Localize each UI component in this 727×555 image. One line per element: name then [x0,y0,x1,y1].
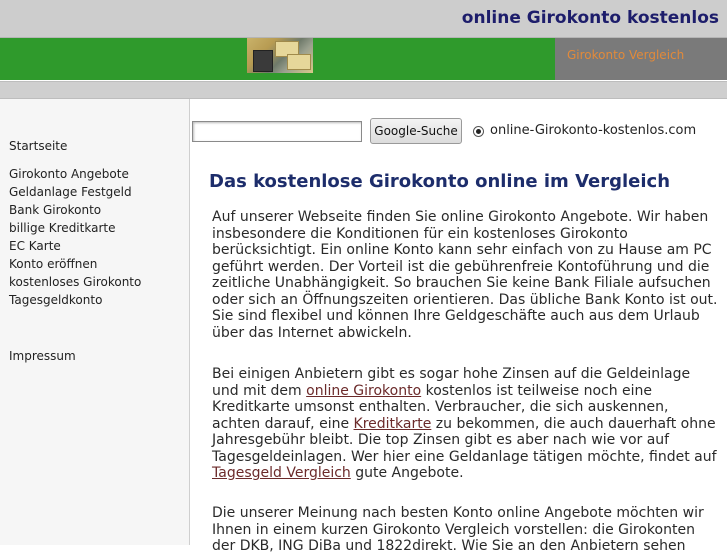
sidebar-item-ec-karte[interactable]: EC Karte [9,239,61,253]
sidebar-item-startseite[interactable]: Startseite [9,139,67,153]
site-search-radio-label: online-Girokonto-kostenlos.com [490,123,697,138]
search-input[interactable] [192,121,362,142]
paragraph-text: gute Angebote. [350,465,464,481]
calculator-shape [253,50,273,72]
sidebar-item-konto-eroeffnen[interactable]: Konto eröffnen [9,257,97,271]
sidebar-item-bank-girokonto[interactable]: Bank Girokonto [9,203,101,217]
google-search-button[interactable]: Google-Suche [370,118,462,144]
banknote-shape [287,54,311,70]
interest-paragraph: Bei einigen Anbietern gibt es sogar hohe… [212,366,720,482]
money-banner-image [247,38,313,73]
page-title: Das kostenlose Girokonto online im Vergl… [209,171,671,192]
sidebar-item-geldanlage-festgeld[interactable]: Geldanlage Festgeld [9,185,132,199]
sidebar-item-billige-kreditkarte[interactable]: billige Kreditkarte [9,221,115,235]
gray-divider-bar [0,81,727,99]
tagesgeld-vergleich-link[interactable]: Tagesgeld Vergleich [212,465,351,481]
sidebar-item-tagesgeldkonto[interactable]: Tagesgeldkonto [9,293,102,307]
intro-paragraph: Auf unserer Webseite finden Sie online G… [212,209,718,341]
kreditkarte-link[interactable]: Kreditkarte [354,416,432,432]
site-search-radio[interactable] [473,126,484,137]
sidebar-item-kostenloses-girokonto[interactable]: kostenloses Girokonto [9,275,141,289]
main-content: Google-Suche online-Girokonto-kostenlos.… [190,99,727,554]
online-girokonto-link[interactable]: online Girokonto [306,383,421,399]
sidebar-item-girokonto-angebote[interactable]: Girokonto Angebote [9,167,129,181]
site-title: online Girokonto kostenlos [461,8,719,28]
nav-link-girokonto-vergleich[interactable]: Girokonto Vergleich [567,48,684,62]
comparison-paragraph: Die unserer Meinung nach besten Konto on… [212,505,704,554]
sidebar-item-impressum[interactable]: Impressum [9,349,76,363]
nav-box: Girokonto Vergleich [555,38,727,80]
top-header-bar: online Girokonto kostenlos [0,0,727,38]
sidebar-nav: Startseite Girokonto Angebote Geldanlage… [0,99,190,545]
